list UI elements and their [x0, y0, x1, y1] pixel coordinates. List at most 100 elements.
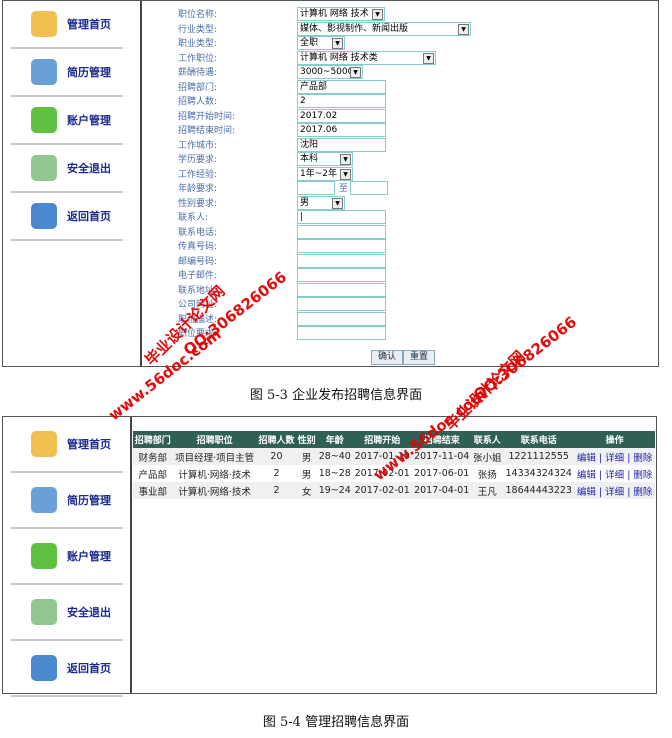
column-header: 性别 [296, 431, 318, 448]
edit-document-icon [31, 487, 57, 513]
confirm-button[interactable]: 确认 [371, 350, 404, 365]
field-input[interactable] [297, 282, 386, 297]
table-cell: 18~28 [318, 468, 351, 479]
chevron-down-icon[interactable]: ▼ [340, 168, 351, 180]
table-cell: 14334324324 [505, 468, 572, 479]
field-input[interactable]: 2017.06 [297, 123, 386, 137]
table-cell: 18644443223 [503, 482, 575, 499]
field-input[interactable]: | [297, 210, 386, 224]
edit-link[interactable]: 编辑 [577, 453, 596, 464]
field-label: 招聘部门: [178, 82, 218, 93]
sidebar-item-label: 返回首页 [67, 210, 111, 223]
column-header: 联系人 [471, 431, 504, 448]
add-folder-icon [31, 543, 57, 569]
detail-link[interactable]: 详细 [605, 453, 624, 464]
sidebar-item-label: 管理首页 [67, 18, 111, 31]
table-cell: 28~40 [317, 448, 353, 465]
field-label: 联系电话: [178, 227, 218, 238]
sidebar-item[interactable]: 管理首页 [11, 417, 123, 473]
table-cell: 2017-06-01 [414, 468, 470, 479]
edit-link[interactable]: 编辑 [577, 487, 596, 498]
magnifier-folder-icon [31, 11, 57, 37]
sidebar-item-label: 简历管理 [67, 66, 111, 79]
chevron-down-icon[interactable]: ▼ [350, 67, 361, 78]
sidebar-item[interactable]: 账户管理 [11, 97, 123, 145]
sidebar-item-label: 管理首页 [67, 438, 111, 451]
field-select[interactable]: 全职 ▼ [297, 36, 345, 50]
field-select[interactable]: 3000~5000 ▼ [297, 65, 363, 79]
figure-manage-jobs: 管理首页 简历管理 账户管理 安全退出 返回首页 招聘部门 招聘职位 招聘人数 性别 年龄 招聘开… [2, 416, 657, 697]
sidebar-item[interactable]: 返回首页 [11, 193, 123, 241]
field-label: 性别要求: [178, 198, 218, 209]
reset-button[interactable]: 重置 [403, 350, 436, 365]
magnifier-folder-icon [31, 431, 57, 457]
table-cell: 张小姐 [471, 448, 504, 465]
field-select[interactable]: 计算机 网络 技术 ▼ [297, 7, 385, 21]
field-input[interactable] [297, 326, 386, 340]
sidebar-item[interactable]: 安全退出 [11, 145, 123, 193]
sidebar-item-label: 返回首页 [67, 662, 111, 675]
field-select[interactable]: 计算机 网络 技术类 ▼ [297, 50, 436, 65]
field-select[interactable]: 媒体、影视制作、新闻出版 ▼ [297, 21, 471, 36]
clipboard-icon [31, 599, 57, 625]
field-input[interactable]: 产品部 [297, 79, 386, 94]
chevron-down-icon[interactable]: ▼ [332, 197, 343, 209]
field-label: 职位名称: [178, 10, 218, 20]
field-label: 联系人: [178, 213, 209, 223]
sidebar-item[interactable]: 账户管理 [11, 529, 123, 585]
table-cell: 产品部 [138, 469, 167, 481]
table-cell: 财务部 [133, 448, 173, 465]
table-cell: 项目经理·项目主管 [172, 448, 257, 465]
sidebar-item[interactable]: 管理首页 [11, 1, 123, 49]
field-label: 工作职位: [178, 53, 218, 64]
field-input[interactable]: 沈阳 [297, 137, 386, 152]
globe-arrow-icon [31, 655, 57, 681]
table-cell: 男 [301, 469, 312, 481]
chevron-down-icon[interactable]: ▼ [340, 154, 351, 165]
field-input[interactable] [297, 268, 386, 282]
detail-link[interactable]: 详细 [605, 487, 624, 498]
field-input[interactable]: 2 [297, 94, 386, 108]
field-label: 招聘人数: [178, 97, 218, 107]
table-row: 事业部 计算机·网络·技术 2 女 19~24 2017-02-01 2017-04-01 王… [133, 482, 655, 499]
column-header: 联系电话 [503, 431, 575, 448]
table-cell: 2017-04-01 [411, 482, 472, 499]
sidebar-item[interactable]: 安全退出 [11, 585, 123, 641]
field-label: 工作经验: [178, 169, 218, 180]
field-label: 电子邮件: [178, 271, 218, 281]
chevron-down-icon[interactable]: ▼ [372, 9, 383, 20]
field-input[interactable] [297, 311, 386, 326]
field-input[interactable] [297, 239, 386, 253]
age-max-input[interactable] [350, 181, 388, 195]
chevron-down-icon[interactable]: ▼ [332, 38, 343, 49]
table-cell: 张扬 [477, 469, 497, 481]
sidebar-item[interactable]: 简历管理 [11, 49, 123, 97]
delete-link[interactable]: 删除 [633, 470, 652, 481]
table-cell: 19~24 [317, 482, 353, 499]
field-input[interactable]: 2017.02 [297, 108, 386, 123]
chevron-down-icon[interactable]: ▼ [423, 52, 434, 64]
add-folder-icon [31, 107, 57, 133]
delete-link[interactable]: 删除 [633, 487, 652, 498]
column-header: 操作 [574, 431, 655, 448]
sidebar-item[interactable]: 返回首页 [11, 641, 123, 697]
table-cell: 2017-02-01 [352, 482, 412, 499]
sidebar-item[interactable]: 简历管理 [11, 473, 123, 529]
sidebar-item-label: 账户管理 [67, 114, 111, 127]
field-label: 年龄要求: [178, 184, 218, 194]
field-input[interactable] [297, 297, 386, 311]
delete-link[interactable]: 删除 [633, 453, 652, 464]
field-label: 传真号码: [178, 242, 218, 252]
field-input[interactable] [297, 224, 386, 239]
age-min-input[interactable] [297, 181, 335, 195]
clipboard-icon [31, 155, 57, 181]
chevron-down-icon[interactable]: ▼ [458, 23, 469, 35]
field-select[interactable]: 男 ▼ [297, 195, 345, 210]
field-input[interactable] [297, 253, 386, 268]
field-select[interactable]: 本科 ▼ [297, 152, 353, 166]
sidebar-item-label: 安全退出 [67, 606, 111, 619]
edit-link[interactable]: 编辑 [577, 470, 596, 481]
detail-link[interactable]: 详细 [605, 470, 624, 481]
field-label: 学历要求: [178, 155, 218, 165]
field-select[interactable]: 1年~2年 ▼ [297, 166, 353, 181]
